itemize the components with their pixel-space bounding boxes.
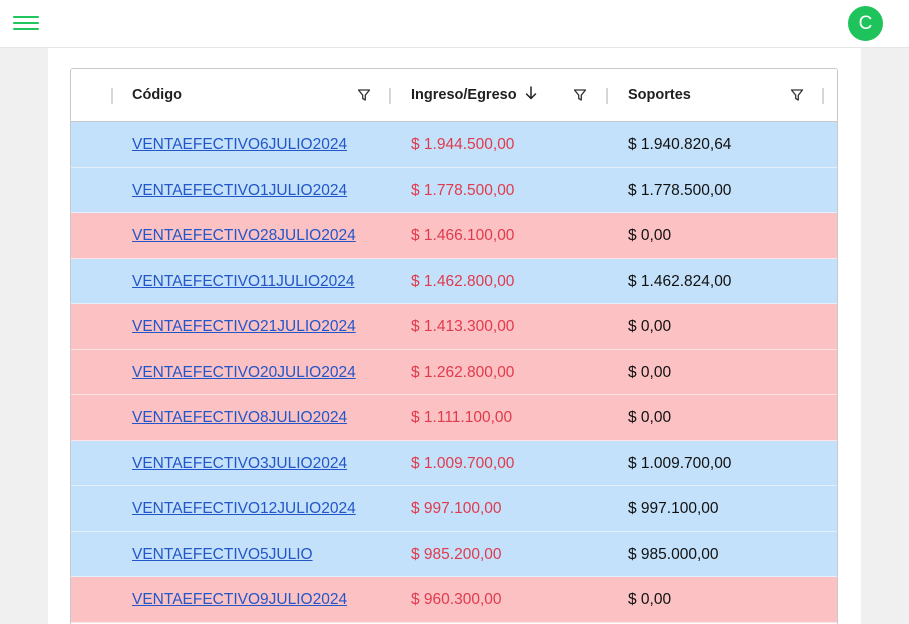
table-row[interactable]: VENTAEFECTIVO20JULIO2024 $ 1.262.800,00 … (71, 349, 837, 396)
table-row[interactable]: VENTAEFECTIVO9JULIO2024 $ 960.300,00 $ 0… (71, 577, 837, 623)
codigo-link[interactable]: VENTAEFECTIVO11JULIO2024 (132, 259, 355, 305)
table-row[interactable]: VENTAEFECTIVO1JULIO2024 $ 1.778.500,00 $… (71, 167, 837, 214)
filter-icon[interactable] (573, 88, 587, 102)
soportes-cell: $ 0,00 (628, 227, 672, 244)
ingreso-egreso-cell: $ 997.100,00 (411, 500, 502, 517)
codigo-link[interactable]: VENTAEFECTIVO28JULIO2024 (132, 213, 356, 259)
codigo-link[interactable]: VENTAEFECTIVO20JULIO2024 (132, 350, 356, 396)
column-header-ingreso-egreso[interactable]: Ingreso/Egreso (411, 69, 537, 122)
column-separator[interactable] (111, 88, 113, 104)
soportes-cell: $ 997.100,00 (628, 500, 719, 517)
column-separator[interactable] (822, 88, 824, 104)
table-row[interactable]: VENTAEFECTIVO12JULIO2024 $ 997.100,00 $ … (71, 486, 837, 532)
table-row[interactable]: VENTAEFECTIVO11JULIO2024 $ 1.462.800,00 … (71, 258, 837, 305)
column-header-soportes[interactable]: Soportes (628, 69, 691, 122)
table-row[interactable]: VENTAEFECTIVO6JULIO2024 $ 1.944.500,00 $… (71, 122, 837, 168)
codigo-link[interactable]: VENTAEFECTIVO1JULIO2024 (132, 168, 347, 214)
ingreso-egreso-cell: $ 1.778.500,00 (411, 181, 515, 199)
grid-header: Código Ingreso/Egreso Soportes (71, 69, 837, 122)
table-row[interactable]: VENTAEFECTIVO5JULIO $ 985.200,00 $ 985.0… (71, 531, 837, 578)
ingreso-egreso-cell: $ 985.200,00 (411, 545, 502, 563)
soportes-cell: $ 0,00 (628, 591, 672, 608)
soportes-cell: $ 0,00 (628, 318, 672, 335)
ingreso-egreso-cell: $ 960.300,00 (411, 591, 502, 608)
ingreso-egreso-cell: $ 1.413.300,00 (411, 318, 515, 335)
ingreso-egreso-cell: $ 1.462.800,00 (411, 272, 515, 290)
column-separator[interactable] (389, 88, 391, 104)
top-bar: C (0, 0, 909, 48)
codigo-link[interactable]: VENTAEFECTIVO21JULIO2024 (132, 304, 356, 350)
soportes-cell: $ 1.462.824,00 (628, 272, 732, 290)
ingreso-egreso-cell: $ 1.111.100,00 (411, 409, 513, 426)
codigo-link[interactable]: VENTAEFECTIVO6JULIO2024 (132, 122, 347, 168)
column-header-label: Soportes (628, 87, 691, 103)
column-separator[interactable] (606, 88, 608, 104)
grid-body: VENTAEFECTIVO6JULIO2024 $ 1.944.500,00 $… (71, 122, 837, 623)
table-row[interactable]: VENTAEFECTIVO21JULIO2024 $ 1.413.300,00 … (71, 304, 837, 350)
codigo-link[interactable]: VENTAEFECTIVO12JULIO2024 (132, 486, 356, 532)
ingreso-egreso-cell: $ 1.262.800,00 (411, 363, 515, 381)
table-row[interactable]: VENTAEFECTIVO28JULIO2024 $ 1.466.100,00 … (71, 213, 837, 259)
arrow-down-icon[interactable] (525, 86, 537, 100)
codigo-link[interactable]: VENTAEFECTIVO9JULIO2024 (132, 577, 347, 623)
soportes-cell: $ 1.940.820,64 (628, 136, 732, 153)
main-content: Código Ingreso/Egreso Soportes VENTAEFEC… (48, 48, 861, 624)
soportes-cell: $ 0,00 (628, 363, 672, 381)
hamburger-menu-icon[interactable] (13, 12, 40, 34)
ingreso-egreso-cell: $ 1.009.700,00 (411, 454, 515, 472)
user-avatar[interactable]: C (848, 6, 883, 41)
table-row[interactable]: VENTAEFECTIVO8JULIO2024 $ 1.111.100,00 $… (71, 395, 837, 441)
soportes-cell: $ 985.000,00 (628, 545, 719, 563)
column-header-codigo[interactable]: Código (132, 69, 182, 122)
filter-icon[interactable] (357, 88, 371, 102)
soportes-cell: $ 1.778.500,00 (628, 181, 732, 199)
codigo-link[interactable]: VENTAEFECTIVO3JULIO2024 (132, 441, 347, 487)
table-row[interactable]: VENTAEFECTIVO3JULIO2024 $ 1.009.700,00 $… (71, 440, 837, 487)
data-grid: Código Ingreso/Egreso Soportes VENTAEFEC… (70, 68, 838, 624)
filter-icon[interactable] (790, 88, 804, 102)
codigo-link[interactable]: VENTAEFECTIVO8JULIO2024 (132, 395, 347, 441)
column-header-label: Ingreso/Egreso (411, 87, 517, 103)
codigo-link[interactable]: VENTAEFECTIVO5JULIO (132, 532, 313, 578)
soportes-cell: $ 0,00 (628, 409, 672, 426)
column-header-label: Código (132, 87, 182, 103)
ingreso-egreso-cell: $ 1.944.500,00 (411, 136, 515, 153)
ingreso-egreso-cell: $ 1.466.100,00 (411, 227, 515, 244)
soportes-cell: $ 1.009.700,00 (628, 454, 732, 472)
